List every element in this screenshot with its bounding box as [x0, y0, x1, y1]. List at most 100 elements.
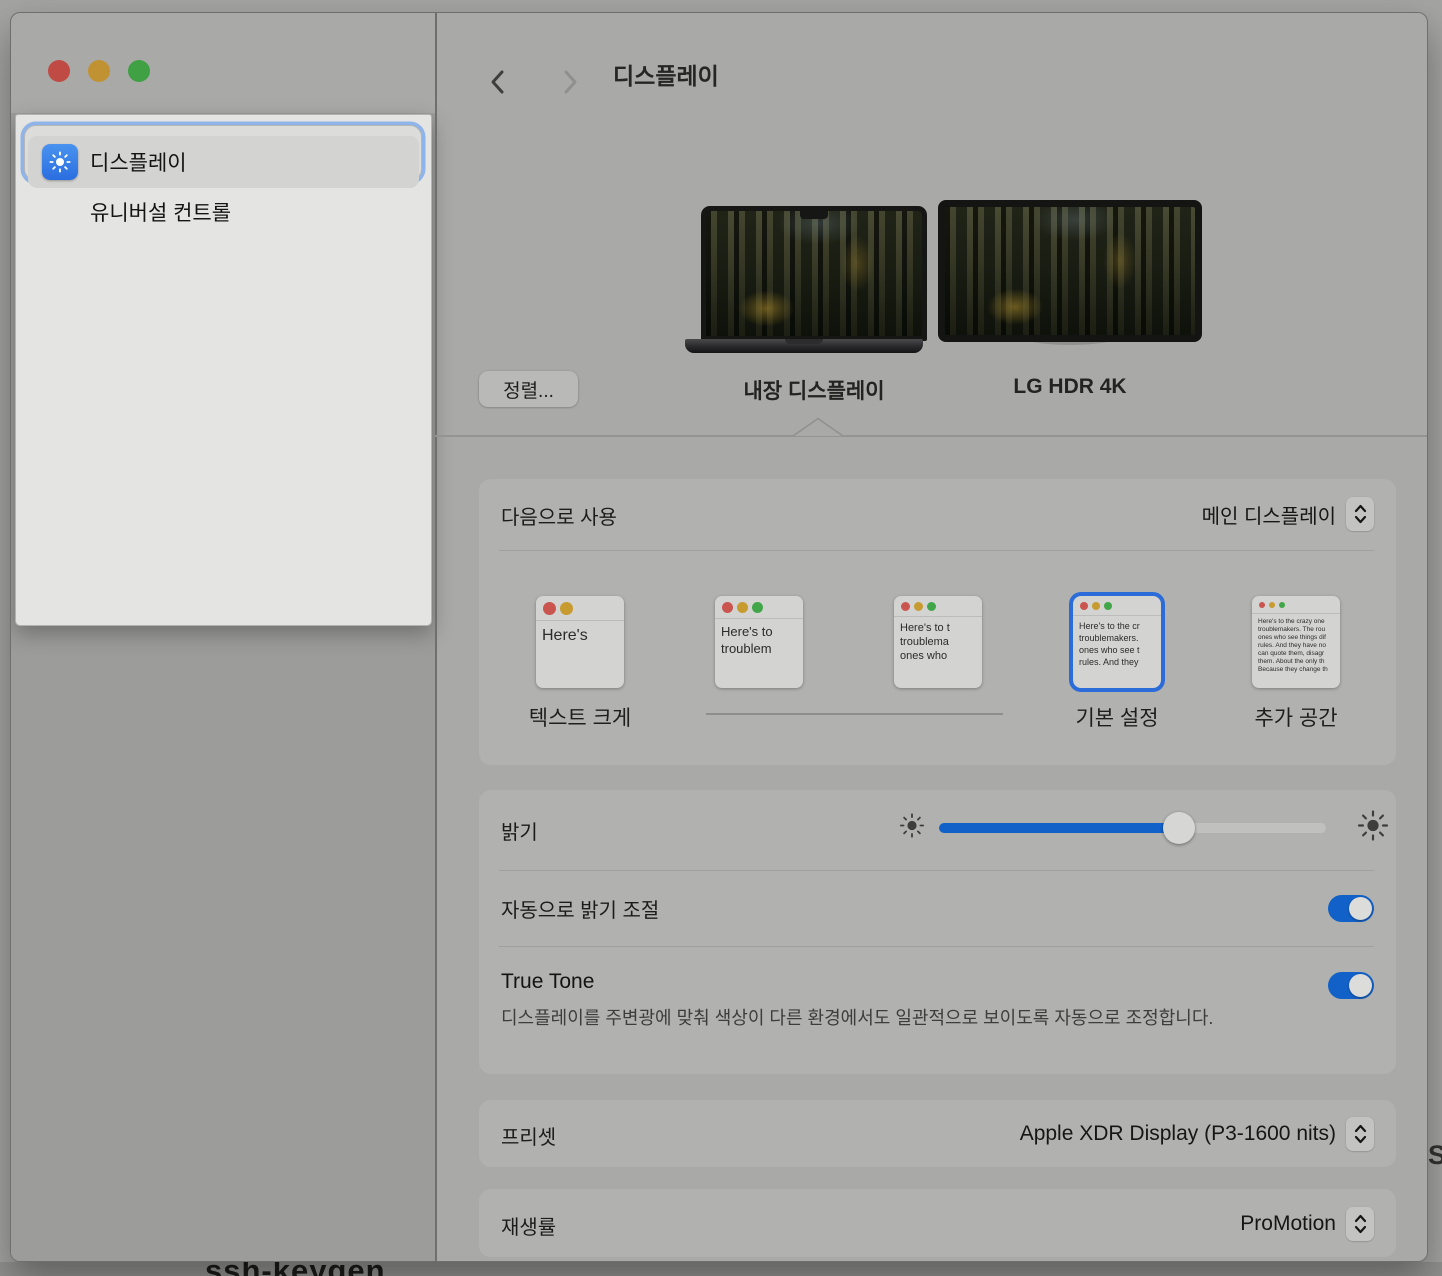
search-results-panel: keybo 디스플레이유니버설 컨트롤	[15, 114, 432, 626]
scaling-option[interactable]: Here's 텍스트 크게	[515, 596, 645, 728]
builtin-display-thumbnail[interactable]	[701, 206, 927, 341]
fullscreen-window-button[interactable]	[128, 60, 150, 82]
mini-window-text: Here's to the crtroublemakers.ones who s…	[1073, 616, 1161, 688]
text-line: ones who	[900, 649, 982, 663]
text-line: troublema	[900, 635, 982, 649]
brightness-label: 밝기	[501, 816, 538, 845]
traffic-dot	[1279, 602, 1285, 608]
refresh-rate-card: 재생률 ProMotion	[479, 1189, 1396, 1257]
traffic-dot	[927, 602, 936, 611]
traffic-dot	[901, 602, 910, 611]
external-display-thumbnail[interactable]	[938, 200, 1202, 342]
traffic-dot	[1092, 602, 1100, 610]
display-settings-icon	[42, 144, 78, 180]
mini-window-titlebar	[715, 596, 803, 619]
traffic-dot	[914, 602, 923, 611]
traffic-dot	[1080, 602, 1088, 610]
refresh-rate-dropdown[interactable]: ProMotion	[1240, 1207, 1374, 1241]
preset-value: Apple XDR Display (P3-1600 nits)	[1020, 1122, 1336, 1146]
scaling-option[interactable]: Here's to ttroublemaones who	[873, 596, 1003, 728]
traffic-dot	[722, 602, 733, 613]
text-line: them. About the only th	[1258, 658, 1340, 666]
text-line: rules. And they	[1079, 656, 1161, 668]
use-as-dropdown[interactable]: 메인 디스플레이	[1202, 497, 1374, 531]
refresh-rate-stepper-button[interactable]	[1346, 1207, 1374, 1241]
mini-window-preview: Here's to ttroublemaones who	[894, 596, 982, 688]
mini-window-titlebar	[1073, 596, 1161, 616]
text-line: Here's to	[721, 623, 803, 640]
sidebar-divider	[435, 13, 437, 1261]
scaling-option[interactable]: Here's totroublem	[694, 596, 824, 728]
true-tone-description: 디스플레이를 주변광에 맞춰 색상이 다른 환경에서도 일관적으로 보이도록 자…	[501, 1004, 1231, 1033]
builtin-display-wallpaper	[706, 211, 922, 336]
chevron-right-icon	[559, 68, 581, 96]
text-line: troublem	[721, 640, 803, 657]
mini-window-titlebar	[536, 596, 624, 621]
brightness-card: 밝기 자동으로 밝기 조절 True Tone 디스플레이를 주변광에 맞춰 색	[479, 790, 1396, 1074]
text-line: troublemakers.	[1079, 632, 1161, 644]
scaling-option-label: 텍스트 크게	[515, 702, 645, 728]
scaling-option-label: 추가 공간	[1231, 702, 1361, 728]
close-window-button[interactable]	[48, 60, 70, 82]
forward-button[interactable]	[559, 68, 581, 96]
auto-brightness-label: 자동으로 밝기 조절	[501, 894, 659, 923]
section-separator	[435, 435, 1427, 437]
card-separator	[499, 550, 1374, 551]
use-as-stepper-button[interactable]	[1346, 497, 1374, 531]
traffic-dot	[752, 602, 763, 613]
text-line: Here's	[542, 625, 624, 646]
window-titlebar[interactable]	[11, 13, 435, 113]
brightness-icon	[49, 151, 71, 173]
use-as-value: 메인 디스플레이	[1202, 500, 1336, 529]
scaling-option-label	[873, 702, 1003, 728]
desktop: ssh-keygen S keybo 디스플레이유니버설 컨트롤	[0, 0, 1442, 1276]
brightness-slider[interactable]	[912, 790, 1374, 866]
mini-window-titlebar	[1252, 596, 1340, 614]
text-line: Here's to t	[900, 621, 982, 635]
external-display-name: LG HDR 4K	[960, 375, 1180, 399]
toggle-knob	[1349, 897, 1372, 920]
traffic-dot	[1104, 602, 1112, 610]
text-line: rules. And they have no	[1258, 642, 1340, 650]
arrange-displays-button[interactable]: 정렬...	[479, 371, 578, 407]
scaling-option[interactable]: Here's to the crazy onetroublemakers. Th…	[1231, 596, 1361, 728]
page-title: 디스플레이	[613, 57, 719, 91]
preset-card: 프리셋 Apple XDR Display (P3-1600 nits)	[479, 1100, 1396, 1167]
preset-dropdown[interactable]: Apple XDR Display (P3-1600 nits)	[1020, 1117, 1374, 1151]
refresh-rate-value: ProMotion	[1240, 1212, 1336, 1236]
brightness-low-icon	[899, 813, 925, 844]
card-separator	[499, 870, 1374, 871]
preset-label: 프리셋	[501, 1121, 556, 1150]
mini-window-titlebar	[894, 596, 982, 617]
back-button[interactable]	[487, 68, 509, 96]
traffic-dot	[560, 602, 573, 615]
laptop-notch	[800, 211, 828, 219]
laptop-base	[685, 339, 923, 353]
mini-window-text: Here's	[536, 621, 624, 688]
traffic-dot	[1269, 602, 1275, 608]
mini-window-text: Here's totroublem	[715, 619, 803, 688]
builtin-display-name: 내장 디스플레이	[704, 375, 924, 405]
auto-brightness-toggle[interactable]	[1328, 895, 1374, 922]
true-tone-toggle[interactable]	[1328, 972, 1374, 999]
search-result-item[interactable]: 디스플레이	[28, 136, 419, 188]
traffic-dot	[1259, 602, 1265, 608]
brightness-thumb[interactable]	[1163, 812, 1195, 844]
minimize-window-button[interactable]	[88, 60, 110, 82]
mini-window-preview: Here's to the crazy onetroublemakers. Th…	[1252, 596, 1340, 688]
mini-window-text: Here's to ttroublemaones who	[894, 617, 982, 688]
use-as-label: 다음으로 사용	[501, 501, 617, 530]
search-result-item[interactable]: 유니버설 컨트롤	[28, 188, 419, 236]
preset-stepper-button[interactable]	[1346, 1117, 1374, 1151]
brightness-high-icon	[1357, 810, 1389, 847]
system-settings-window: keybo 디스플레이유니버설 컨트롤 디스플레이 내장 디스플레이	[10, 12, 1428, 1262]
mini-window-preview: Here's to the crtroublemakers.ones who s…	[1073, 596, 1161, 688]
traffic-dot	[737, 602, 748, 613]
search-result-label: 디스플레이	[90, 147, 187, 177]
scaling-option-selected[interactable]: Here's to the crtroublemakers.ones who s…	[1052, 596, 1182, 728]
text-line: troublemakers. The rou	[1258, 626, 1340, 634]
search-result-label: 유니버설 컨트롤	[90, 197, 231, 227]
text-line: Here's to the cr	[1079, 620, 1161, 632]
scaling-option-label	[694, 702, 824, 728]
brightness-track[interactable]	[939, 823, 1326, 833]
